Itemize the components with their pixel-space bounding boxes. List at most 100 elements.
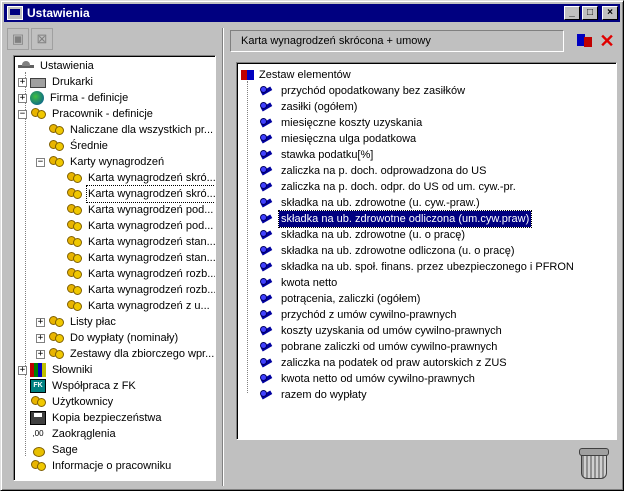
globe-icon <box>30 91 44 105</box>
tree-item[interactable]: Karta wynagrodzeń z u... <box>54 298 212 314</box>
tree-item-label: Użytkownicy <box>52 396 114 408</box>
element-list[interactable]: Zestaw elementów przychód opodatkowany b… <box>236 62 617 440</box>
settings-hat-icon <box>18 59 34 73</box>
panel-splitter[interactable] <box>222 28 224 486</box>
element-label: składka na ub. zdrowotne (u. o pracę) <box>281 229 466 241</box>
tree-item[interactable]: + Do wypłaty (nominały) <box>36 330 180 346</box>
add-element-button[interactable] <box>575 31 595 51</box>
tree-expander[interactable]: + <box>36 349 45 359</box>
people-icon <box>48 315 64 329</box>
tree-expander[interactable]: + <box>18 77 27 87</box>
element-pin-icon <box>259 292 275 306</box>
element-label: pobrane zaliczki od umów cywilno-prawnyc… <box>281 341 498 353</box>
maximize-button[interactable]: □ <box>582 6 598 20</box>
people-icon <box>66 219 82 233</box>
tree-item[interactable]: Użytkownicy <box>18 394 115 410</box>
element-pin-icon <box>259 132 275 146</box>
tree-item-label: Drukarki <box>52 76 93 88</box>
tree-item[interactable]: Karta wynagrodzeń skró... <box>54 185 215 203</box>
tree-item-label: Średnie <box>70 140 108 152</box>
element-set-root[interactable]: Zestaw elementów <box>241 67 351 83</box>
element-item[interactable]: składka na ub. zdrowotne (u. o pracę) <box>259 227 467 243</box>
element-item[interactable]: miesięczne koszty uzyskania <box>259 115 424 131</box>
tree-expander[interactable]: + <box>36 317 45 327</box>
tree-item[interactable]: ,00 Zaokrąglenia <box>18 426 118 442</box>
element-tree-line <box>247 81 248 393</box>
element-item[interactable]: stawka podatku[%] <box>259 147 375 163</box>
tree-expander[interactable]: + <box>36 333 45 343</box>
tree-item[interactable]: Naliczane dla wszystkich pr... <box>36 122 215 138</box>
delete-element-icon: ✕ <box>599 30 615 51</box>
tree-item[interactable]: Sage <box>18 442 80 458</box>
element-item[interactable]: składka na ub. społ. finans. przez ubezp… <box>259 259 576 275</box>
tree-item[interactable]: Karta wynagrodzeń pod... <box>54 202 215 218</box>
element-label: potrącenia, zaliczki (ogółem) <box>281 293 421 305</box>
tree-expander[interactable]: + <box>18 93 27 103</box>
people-icon <box>66 203 82 217</box>
element-item[interactable]: składka na ub. zdrowotne odliczona (u. o… <box>259 243 517 259</box>
tree-item[interactable]: Średnie <box>36 138 110 154</box>
tree-item[interactable]: Karta wynagrodzeń pod... <box>54 218 215 234</box>
element-label: miesięczna ulga podatkowa <box>281 133 417 145</box>
tree-expander[interactable]: − <box>36 157 45 167</box>
element-item[interactable]: kwota netto od umów cywilno-prawnych <box>259 371 477 387</box>
element-item[interactable]: zaliczka na podatek od praw autorskich z… <box>259 355 509 371</box>
element-label: składka na ub. społ. finans. przez ubezp… <box>281 261 574 273</box>
people-icon <box>48 331 64 345</box>
people-icon <box>66 187 82 201</box>
tree-item[interactable]: FK Współpraca z FK <box>18 378 138 394</box>
element-item[interactable]: potrącenia, zaliczki (ogółem) <box>259 291 422 307</box>
card-title: Karta wynagrodzeń skrócona + umowy <box>230 30 564 52</box>
tree-item-label: Karta wynagrodzeń stan... <box>88 236 216 248</box>
tree-item[interactable]: − Karty wynagrodzeń <box>36 154 166 170</box>
tree-item[interactable]: + Firma - definicje <box>18 90 130 106</box>
delete-item-button[interactable]: ⊠ <box>31 28 53 50</box>
settings-tree[interactable]: Ustawienia + Drukarki + Firma - definicje − Pr… <box>13 55 216 481</box>
element-pin-icon <box>259 244 275 258</box>
element-item[interactable]: składka na ub. zdrowotne (u. cyw.-praw.) <box>259 195 482 211</box>
element-item[interactable]: zaliczka na p. doch. odpr. do US od um. … <box>259 179 518 195</box>
delete-element-button[interactable]: ✕ <box>597 31 617 51</box>
tree-item-label: Pracownik - definicje <box>52 108 153 120</box>
element-pin-icon <box>259 148 275 162</box>
element-item[interactable]: przychód z umów cywilno-prawnych <box>259 307 458 323</box>
minimize-button[interactable]: _ <box>564 6 580 20</box>
new-item-icon: ▣ <box>11 31 25 46</box>
tree-item[interactable]: + Drukarki <box>18 74 95 90</box>
tree-expander[interactable]: − <box>18 109 27 119</box>
element-pin-icon <box>259 260 275 274</box>
element-label: zaliczka na podatek od praw autorskich z… <box>281 357 507 369</box>
tree-item[interactable]: Karta wynagrodzeń rozb... <box>54 282 215 298</box>
tree-item-label: Karta wynagrodzeń pod... <box>88 220 214 232</box>
element-pin-icon <box>259 164 275 178</box>
new-item-button[interactable]: ▣ <box>7 28 29 50</box>
element-item[interactable]: pobrane zaliczki od umów cywilno-prawnyc… <box>259 339 499 355</box>
tree-item[interactable]: Informacje o pracowniku <box>18 458 173 474</box>
tree-root[interactable]: Ustawienia <box>18 58 96 74</box>
tree-expander[interactable]: + <box>18 365 27 375</box>
tree-item[interactable]: Karta wynagrodzeń stan... <box>54 250 215 266</box>
tree-item[interactable]: Karta wynagrodzeń rozb... <box>54 266 215 282</box>
element-label: przychód opodatkowany bez zasiłków <box>281 85 466 97</box>
tree-item[interactable]: + Listy płac <box>36 314 118 330</box>
tree-item[interactable]: Kopia bezpieczeństwa <box>18 410 163 426</box>
element-item[interactable]: miesięczna ulga podatkowa <box>259 131 418 147</box>
tree-item-label: Słowniki <box>52 364 93 376</box>
trash-icon[interactable] <box>577 445 609 479</box>
title-bar[interactable]: Ustawienia _ □ × <box>4 4 620 22</box>
tree-item[interactable]: + Zestawy dla zbiorczego wpr... <box>36 346 215 362</box>
tree-item[interactable]: Karta wynagrodzeń stan... <box>54 234 216 250</box>
element-item[interactable]: zasiłki (ogółem) <box>259 99 359 115</box>
element-item[interactable]: przychód opodatkowany bez zasiłków <box>259 83 467 99</box>
window-title: Ustawienia <box>27 6 90 20</box>
element-item[interactable]: składka na ub. zdrowotne odliczona (um.c… <box>259 210 533 228</box>
tree-item[interactable]: − Pracownik - definicje <box>18 106 155 122</box>
close-button[interactable]: × <box>602 6 618 20</box>
element-item[interactable]: koszty uzyskania od umów cywilno-prawnyc… <box>259 323 504 339</box>
settings-window: Ustawienia _ □ × ▣ ⊠ Ustawienia + Drukarki… <box>0 0 624 491</box>
element-item[interactable]: zaliczka na p. doch. odprowadzona do US <box>259 163 488 179</box>
element-item[interactable]: razem do wypłaty <box>259 387 369 403</box>
element-item[interactable]: kwota netto <box>259 275 339 291</box>
tree-item[interactable]: Karta wynagrodzeń skró... <box>54 170 215 186</box>
tree-item[interactable]: + Słowniki <box>18 362 94 378</box>
